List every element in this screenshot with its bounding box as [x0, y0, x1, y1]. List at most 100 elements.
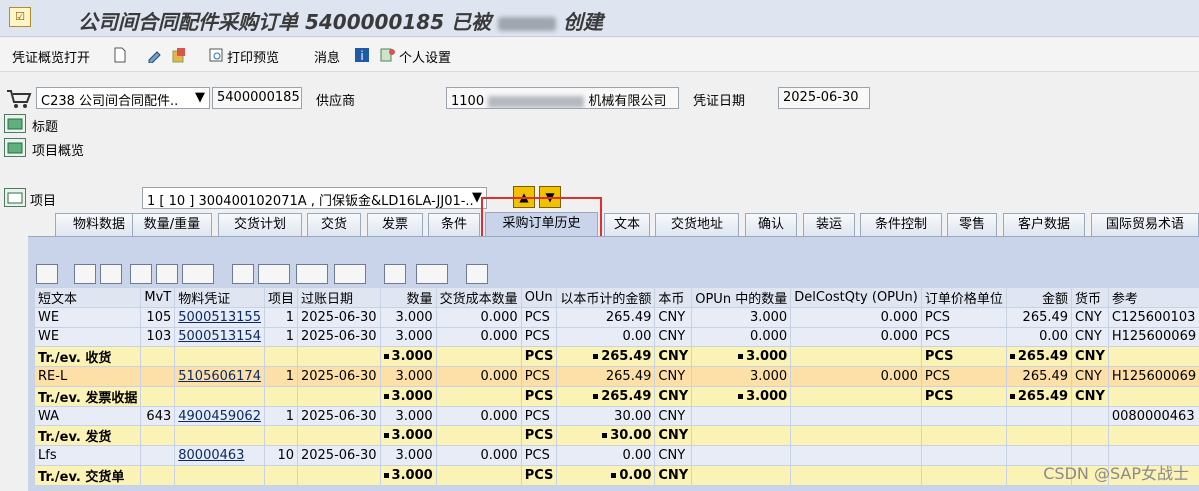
- column-header[interactable]: 本币: [654, 287, 693, 308]
- column-header[interactable]: 参考: [1107, 287, 1199, 308]
- table-cell[interactable]: 5000513155: [174, 307, 265, 328]
- table-row[interactable]: WE 105 5000513155 1 2025-06-30 3.000 0.000 PCS 2…: [33, 307, 1199, 328]
- tab-invoice[interactable]: 发票: [367, 213, 423, 236]
- column-header[interactable]: OPUn 中的数量: [691, 287, 792, 308]
- table-row[interactable]: WE 103 5000513154 1 2025-06-30 3.000 0.000 PCS 0…: [33, 326, 1199, 348]
- tab-material-data[interactable]: 物料数据: [55, 213, 143, 236]
- doc-overview-button[interactable]: 凭证概览打开: [12, 47, 90, 66]
- views-icon[interactable]: [258, 264, 290, 284]
- layout-icon[interactable]: [334, 264, 366, 284]
- print-preview-button[interactable]: 打印预览: [227, 47, 279, 66]
- column-header[interactable]: 订单价格单位: [920, 287, 1007, 308]
- column-header[interactable]: 物料凭证: [174, 287, 265, 308]
- column-header[interactable]: 交货成本数量: [435, 287, 522, 308]
- table-cell[interactable]: 4900459062: [174, 405, 265, 427]
- table-row[interactable]: Lfs 80000463 10 2025-06-30 3.000 0.000 PCS 0.00…: [33, 445, 1199, 466]
- subtotal-row[interactable]: Tr./ev. 发票收据 3.000 PCS 265.49 CNY 3.000 PCS 265…: [33, 385, 1199, 407]
- subtotal-marker-icon: [383, 472, 389, 478]
- column-header[interactable]: 数量: [379, 287, 437, 308]
- sort-descending-icon[interactable]: [100, 264, 122, 284]
- material-document-link[interactable]: 4900459062: [178, 409, 261, 424]
- tab-incoterms[interactable]: 国际贸易术语: [1091, 213, 1199, 236]
- table-cell[interactable]: [174, 346, 265, 368]
- print-icon[interactable]: [232, 264, 254, 284]
- tab-retail[interactable]: 零售: [947, 213, 997, 236]
- table-cell[interactable]: [174, 464, 265, 486]
- collapse-item-detail-button[interactable]: [4, 188, 26, 207]
- material-document-link[interactable]: 5000513154: [178, 329, 261, 344]
- table-cell[interactable]: 5000513154: [174, 326, 265, 348]
- tab-delivery[interactable]: 交货: [307, 213, 361, 236]
- table-cell: 2025-06-30: [296, 307, 381, 328]
- expand-items-overview-button[interactable]: [4, 138, 26, 157]
- column-header[interactable]: 以本币计的金额: [556, 287, 656, 308]
- table-cell: [263, 464, 298, 486]
- material-document-link[interactable]: 80000463: [178, 448, 244, 463]
- info-icon[interactable]: [384, 264, 406, 284]
- table-cell: H125600069: [1107, 326, 1199, 348]
- table-cell[interactable]: [174, 385, 265, 407]
- display-change-icon[interactable]: [147, 47, 163, 63]
- column-header[interactable]: OUn: [520, 287, 558, 308]
- tab-schedule[interactable]: 交货计划: [218, 213, 302, 236]
- doc-type-select[interactable]: C238 公司间合同配件.. ▼: [36, 87, 210, 109]
- column-header[interactable]: 金额: [1005, 287, 1073, 308]
- find-next-icon[interactable]: [156, 264, 178, 284]
- new-document-icon[interactable]: [112, 47, 128, 63]
- po-number-field[interactable]: 5400000185: [212, 87, 302, 109]
- expand-header-button[interactable]: [4, 114, 26, 133]
- find-icon[interactable]: [130, 264, 152, 284]
- column-header[interactable]: 项目: [263, 287, 298, 308]
- column-header[interactable]: 短文本: [33, 287, 142, 308]
- refresh-icon[interactable]: [466, 264, 488, 284]
- table-cell: PCS: [520, 366, 558, 387]
- app-icon: ☑: [9, 7, 31, 27]
- table-cell: C125600103: [1107, 307, 1199, 328]
- table-cell: CNY: [654, 385, 693, 407]
- tab-quantity-weight[interactable]: 数量/重量: [132, 213, 212, 236]
- table-cell: 265.49: [556, 346, 656, 368]
- subtotal-row[interactable]: Tr./ev. 发货 3.000 PCS 30.00 CNY: [33, 425, 1199, 447]
- table-cell: 0.000: [790, 326, 922, 348]
- filter-icon[interactable]: [182, 264, 214, 284]
- tab-condition-control[interactable]: 条件控制: [860, 213, 942, 236]
- item-select[interactable]: 1 [ 10 ] 300400102071A , 门保钣金&LD16LA-JJ0…: [142, 187, 487, 209]
- table-row[interactable]: WA 643 4900459062 1 2025-06-30 3.000 0.000 PCS 3…: [33, 405, 1199, 427]
- table-row[interactable]: RE-L 5105606174 1 2025-06-30 3.000 0.000 PCS 26…: [33, 366, 1199, 387]
- table-cell: 2025-06-30: [296, 405, 381, 427]
- print-preview-icon[interactable]: [208, 47, 224, 63]
- table-cell[interactable]: [174, 425, 265, 447]
- tab-shipping[interactable]: 装运: [803, 213, 855, 236]
- tab-confirmations[interactable]: 确认: [745, 213, 797, 236]
- column-header[interactable]: DelCostQty (OPUn): [790, 287, 922, 308]
- tab-delivery-address[interactable]: 交货地址: [655, 213, 739, 236]
- personal-settings-button[interactable]: 个人设置: [399, 47, 451, 66]
- column-header[interactable]: MvT: [140, 287, 176, 308]
- tab-conditions[interactable]: 条件: [428, 213, 480, 236]
- po-history-table: 短文本 MvT 物料凭证 项目 过账日期 数量 交货成本数量 OUn 以本币计的金额 本币 OPUn…: [33, 287, 1199, 486]
- table-cell: [920, 405, 1007, 427]
- info-icon[interactable]: i: [354, 47, 370, 63]
- material-document-link[interactable]: 5000513155: [178, 310, 261, 325]
- tab-texts[interactable]: 文本: [604, 213, 650, 236]
- supplier-field[interactable]: 1100 机械有限公司: [446, 87, 679, 109]
- column-header[interactable]: 货币: [1071, 287, 1109, 308]
- doc-date-field[interactable]: 2025-06-30: [778, 87, 870, 109]
- detail-icon[interactable]: [36, 264, 58, 284]
- personal-settings-icon[interactable]: [380, 47, 396, 63]
- material-document-link[interactable]: 5105606174: [178, 369, 261, 384]
- table-cell[interactable]: 80000463: [174, 445, 265, 466]
- tab-customer-data[interactable]: 客户数据: [1003, 213, 1085, 236]
- subtotal-row[interactable]: Tr./ev. 交货单 3.000 PCS 0.00 CNY: [33, 464, 1199, 486]
- column-header[interactable]: 过账日期: [296, 287, 381, 308]
- table-cell: CNY: [1071, 346, 1109, 368]
- table-cell: CNY: [654, 425, 693, 447]
- other-document-icon[interactable]: [171, 47, 187, 63]
- subtotal-row[interactable]: Tr./ev. 收货 3.000 PCS 265.49 CNY 3.000 PCS 265.4…: [33, 346, 1199, 368]
- settings-icon[interactable]: [416, 264, 448, 284]
- export-icon[interactable]: [296, 264, 328, 284]
- sort-ascending-icon[interactable]: [74, 264, 96, 284]
- messages-button[interactable]: 消息: [314, 47, 340, 66]
- table-cell[interactable]: 5105606174: [174, 366, 265, 387]
- redacted-supplier: [488, 95, 585, 108]
